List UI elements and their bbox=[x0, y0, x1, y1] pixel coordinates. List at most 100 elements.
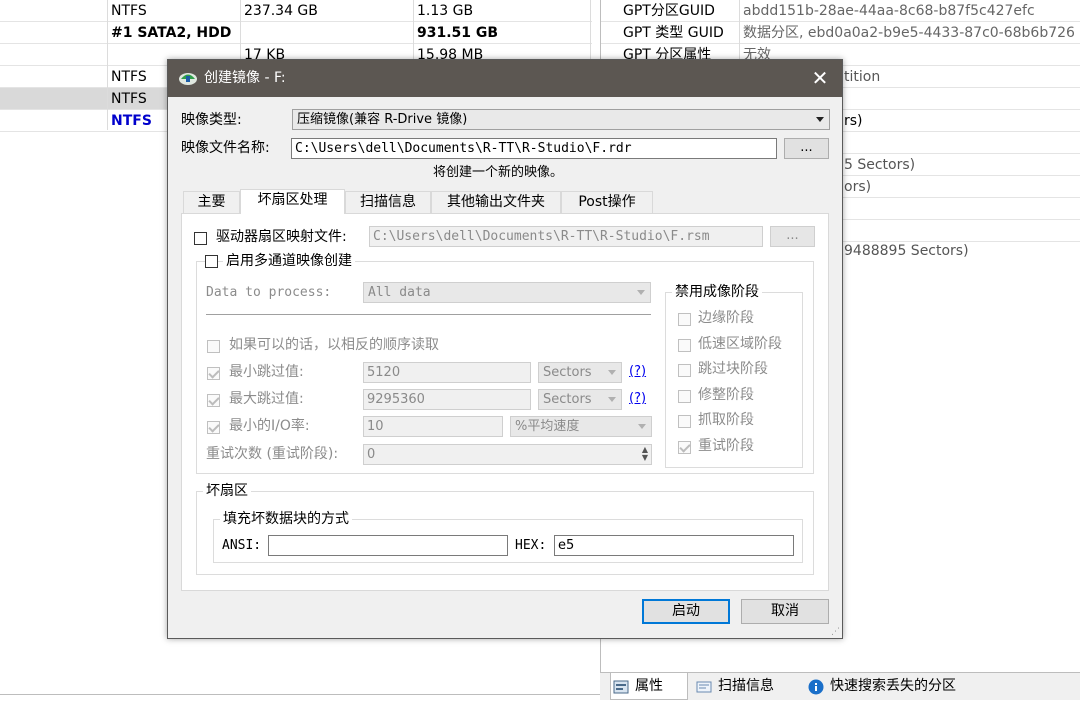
phase-label: 修整阶段 bbox=[698, 387, 754, 403]
max-skip-value: 9295360 bbox=[367, 392, 425, 407]
property-value: abdd151b-28ae-44aa-8c68-b87f5c427efc bbox=[743, 3, 1035, 19]
chevron-down-icon bbox=[608, 397, 616, 402]
image-file-value: C:\Users\dell\Documents\R-TT\R-Studio\F.… bbox=[295, 141, 632, 156]
table-row[interactable]: #1 SATA2, HDD 931.51 GB bbox=[0, 22, 592, 44]
max-skip-help-link[interactable]: (?) bbox=[629, 389, 646, 409]
phase-label: 低速区域阶段 bbox=[698, 336, 782, 352]
phase-checkbox[interactable] bbox=[678, 390, 691, 403]
tab-label: 快速搜索丢失的分区 bbox=[830, 678, 956, 694]
min-io-input[interactable]: 10 bbox=[363, 416, 503, 437]
property-value: tition bbox=[844, 69, 881, 85]
chevron-down-icon bbox=[816, 117, 824, 122]
max-skip-checkbox[interactable] bbox=[207, 394, 220, 407]
tab-scan-info[interactable]: 扫描信息 bbox=[694, 673, 794, 700]
tab-bad-sectors[interactable]: 坏扇区处理 bbox=[240, 189, 345, 214]
max-skip-label: 最大跳过值: bbox=[229, 391, 304, 407]
dialog-title: 创建镜像 - F: bbox=[204, 70, 286, 86]
dialog-title-bar[interactable]: 创建镜像 - F: ✕ bbox=[168, 60, 842, 97]
scan-info-icon bbox=[696, 678, 712, 694]
browse-button[interactable]: ... bbox=[784, 138, 829, 159]
min-io-unit-value: %平均速度 bbox=[515, 419, 580, 434]
bottom-tab-bar: 属性 扫描信息 快速搜索丢失的分区 bbox=[600, 672, 1080, 700]
spinner-arrows-icon[interactable]: ▲ ▼ bbox=[642, 446, 648, 462]
tab-other-output[interactable]: 其他输出文件夹 bbox=[431, 191, 561, 213]
start-button[interactable]: 启动 bbox=[642, 599, 730, 624]
image-type-value: 压缩镜像(兼容 R-Drive 镜像) bbox=[297, 112, 468, 127]
chevron-down-icon bbox=[637, 290, 645, 295]
resize-grip-icon[interactable]: ⋰ bbox=[831, 628, 840, 637]
close-icon[interactable]: ✕ bbox=[798, 60, 842, 97]
sector-map-browse-button[interactable]: ... bbox=[770, 226, 815, 247]
min-io-checkbox[interactable] bbox=[207, 421, 220, 434]
tab-label: 扫描信息 bbox=[718, 678, 774, 694]
min-skip-input[interactable]: 5120 bbox=[363, 362, 531, 383]
min-skip-unit-select[interactable]: Sectors bbox=[538, 362, 622, 383]
tab-quick-search[interactable]: 快速搜索丢失的分区 bbox=[806, 673, 986, 700]
phase-checkbox[interactable] bbox=[678, 313, 691, 326]
data-to-process-label: Data to process: bbox=[206, 285, 332, 300]
divider bbox=[206, 314, 651, 315]
tab-properties[interactable]: 属性 bbox=[610, 673, 688, 700]
max-skip-input[interactable]: 9295360 bbox=[363, 389, 531, 410]
multipass-label: 启用多通道映像创建 bbox=[223, 251, 355, 271]
create-image-dialog: 创建镜像 - F: ✕ 映像类型: 压缩镜像(兼容 R-Drive 镜像) 映像… bbox=[167, 59, 843, 639]
property-value: 5 Sectors) bbox=[844, 157, 916, 173]
tab-post-actions[interactable]: Post操作 bbox=[561, 191, 653, 213]
phase-checkbox[interactable] bbox=[678, 364, 691, 377]
chevron-down-icon bbox=[608, 370, 616, 375]
fs-cell: NTFS bbox=[111, 3, 147, 19]
multipass-group: 启用多通道映像创建 Data to process: All data 如果可以… bbox=[196, 251, 814, 474]
property-row[interactable]: GPT 类型 GUID 数据分区, ebd0a0a2-b9e5-4433-87c… bbox=[601, 22, 1080, 44]
min-io-label: 最小的I/O率: bbox=[229, 418, 310, 434]
bad-sector-tab-pane: 驱动器扇区映射文件: C:\Users\dell\Documents\R-TT\… bbox=[181, 213, 829, 591]
hex-input[interactable]: e5 bbox=[554, 535, 794, 556]
property-value: 数据分区, ebd0a0a2-b9e5-4433-87c0-68b6b726 bbox=[743, 25, 1075, 41]
table-row[interactable]: NTFS 237.34 GB 1.13 GB bbox=[0, 0, 592, 22]
data-to-process-select[interactable]: All data bbox=[363, 282, 651, 303]
fill-method-title: 填充坏数据块的方式 bbox=[220, 509, 352, 529]
hex-value: e5 bbox=[558, 538, 575, 553]
bad-sector-title: 坏扇区 bbox=[203, 481, 251, 501]
retry-value: 0 bbox=[367, 447, 376, 462]
free-cell: 1.13 GB bbox=[417, 3, 474, 19]
retry-label: 重试次数 (重试阶段): bbox=[206, 446, 339, 462]
reverse-checkbox[interactable] bbox=[207, 340, 220, 353]
image-file-input[interactable]: C:\Users\dell\Documents\R-TT\R-Studio\F.… bbox=[291, 138, 777, 159]
fs-cell: NTFS bbox=[111, 91, 147, 107]
max-skip-unit-value: Sectors bbox=[543, 392, 592, 407]
min-skip-checkbox[interactable] bbox=[207, 367, 220, 380]
max-skip-unit-select[interactable]: Sectors bbox=[538, 389, 622, 410]
phase-label: 边缘阶段 bbox=[698, 310, 754, 326]
min-skip-help-link[interactable]: (?) bbox=[629, 362, 646, 382]
phase-checkbox[interactable] bbox=[678, 339, 691, 352]
property-row[interactable]: GPT分区GUID abdd151b-28ae-44aa-8c68-b87f5c… bbox=[601, 0, 1080, 22]
sector-map-label: 驱动器扇区映射文件: bbox=[216, 229, 347, 245]
device-cell: #1 SATA2, HDD bbox=[111, 25, 232, 41]
size-cell: 237.34 GB bbox=[244, 3, 318, 19]
retry-spinbox[interactable]: 0 ▲ ▼ bbox=[363, 444, 652, 465]
min-skip-unit-value: Sectors bbox=[543, 365, 592, 380]
phase-label: 抓取阶段 bbox=[698, 412, 754, 428]
phase-checkbox-checked[interactable] bbox=[678, 441, 691, 454]
tab-main[interactable]: 主要 bbox=[183, 191, 240, 213]
hex-label: HEX: bbox=[515, 538, 547, 553]
min-skip-label: 最小跳过值: bbox=[229, 364, 304, 380]
phase-checkbox[interactable] bbox=[678, 415, 691, 428]
multipass-checkbox[interactable] bbox=[205, 255, 218, 268]
cancel-button[interactable]: 取消 bbox=[741, 599, 829, 624]
column-divider bbox=[739, 0, 740, 66]
sector-map-input[interactable]: C:\Users\dell\Documents\R-TT\R-Studio\F.… bbox=[369, 226, 763, 247]
ansi-input[interactable] bbox=[268, 535, 508, 556]
fill-method-group: 填充坏数据块的方式 ANSI: HEX: e5 bbox=[213, 509, 803, 563]
sector-map-checkbox[interactable] bbox=[194, 232, 207, 245]
image-type-label: 映像类型: bbox=[181, 112, 242, 128]
min-io-unit-select[interactable]: %平均速度 bbox=[510, 416, 652, 437]
property-key: GPT 类型 GUID bbox=[623, 25, 724, 41]
panel-border bbox=[0, 694, 600, 695]
disable-phases-title: 禁用成像阶段 bbox=[672, 282, 762, 302]
property-value: 9488895 Sectors) bbox=[844, 243, 969, 259]
image-type-select[interactable]: 压缩镜像(兼容 R-Drive 镜像) bbox=[292, 109, 830, 130]
tab-scan-info[interactable]: 扫描信息 bbox=[345, 191, 431, 213]
chevron-down-icon bbox=[638, 424, 646, 429]
sector-map-value: C:\Users\dell\Documents\R-TT\R-Studio\F.… bbox=[373, 229, 710, 244]
